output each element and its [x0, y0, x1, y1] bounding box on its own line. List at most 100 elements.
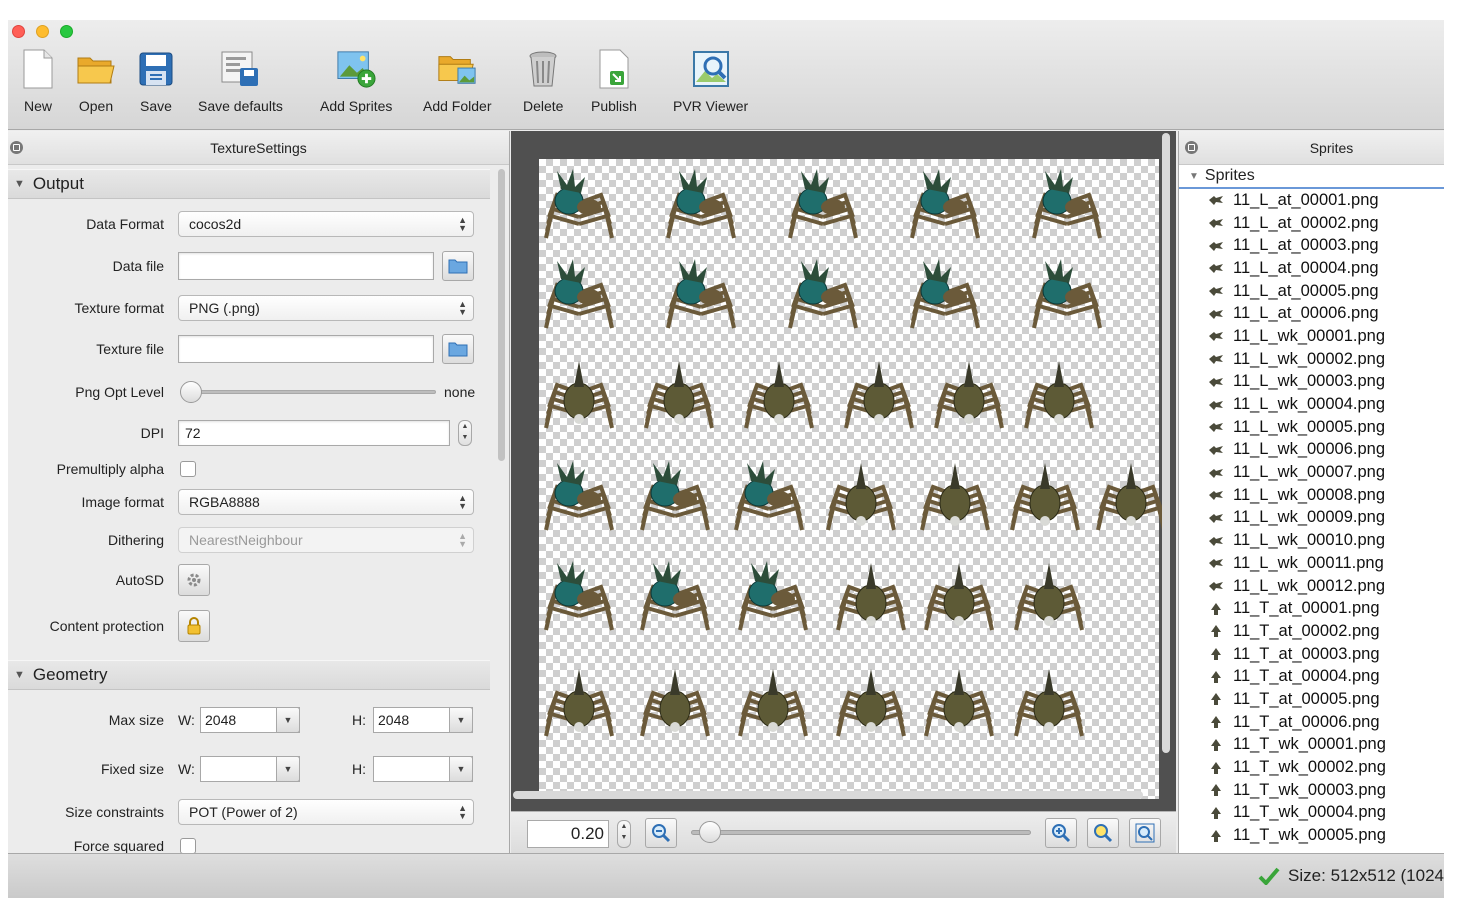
sprites-tree-root[interactable]: ▼ Sprites: [1179, 165, 1444, 189]
sprite-image[interactable]: [661, 253, 741, 333]
sprite-image[interactable]: [539, 253, 619, 333]
output-section-header[interactable]: ▼ Output: [8, 169, 490, 199]
sprite-image[interactable]: [831, 555, 911, 635]
settings-scrollbar[interactable]: [498, 169, 505, 461]
sprite-image[interactable]: [1091, 455, 1171, 535]
sprite-list-item[interactable]: 11_T_wk_00002.png: [1209, 756, 1444, 779]
sprite-list-item[interactable]: 11_L_at_00004.png: [1209, 257, 1444, 280]
add-folder-button[interactable]: Add Folder: [423, 48, 491, 118]
zoom-in-button[interactable]: [1045, 818, 1077, 848]
window-minimize-button[interactable]: [36, 25, 49, 38]
sprite-image[interactable]: [739, 353, 819, 433]
sprite-image[interactable]: [919, 661, 999, 741]
sprite-image[interactable]: [539, 163, 619, 243]
fixed-size-h-combo[interactable]: ▼: [373, 756, 473, 782]
sprite-list-item[interactable]: 11_T_wk_00001.png: [1209, 734, 1444, 757]
max-size-h-combo[interactable]: 2048 ▼: [373, 707, 473, 733]
texture-file-browse-button[interactable]: [442, 334, 474, 364]
sprite-list-item[interactable]: 11_L_wk_00006.png: [1209, 439, 1444, 462]
sprite-image[interactable]: [1027, 253, 1107, 333]
sprite-list-item[interactable]: 11_T_at_00006.png: [1209, 711, 1444, 734]
window-zoom-button[interactable]: [60, 25, 73, 38]
sprite-image[interactable]: [729, 455, 809, 535]
add-sprites-button[interactable]: Add Sprites: [320, 48, 392, 118]
sprite-image[interactable]: [1027, 163, 1107, 243]
data-format-select[interactable]: cocos2d ▲ ▼: [178, 211, 474, 237]
publish-button[interactable]: Publish: [591, 48, 637, 118]
sprite-image[interactable]: [635, 555, 715, 635]
zoom-actual-size-button[interactable]: [1087, 818, 1119, 848]
fixed-size-w-combo[interactable]: ▼: [200, 756, 300, 782]
geometry-section-header[interactable]: ▼ Geometry: [8, 660, 490, 690]
sprite-list-item[interactable]: 11_T_at_00002.png: [1209, 620, 1444, 643]
sprite-image[interactable]: [539, 661, 619, 741]
sprite-list-item[interactable]: 11_L_wk_00010.png: [1209, 529, 1444, 552]
sprite-list-item[interactable]: 11_L_at_00003.png: [1209, 234, 1444, 257]
sprite-image[interactable]: [539, 555, 619, 635]
new-button[interactable]: New: [18, 48, 58, 118]
sprite-list-item[interactable]: 11_L_wk_00004.png: [1209, 393, 1444, 416]
autosd-settings-button[interactable]: [178, 564, 210, 596]
save-defaults-button[interactable]: Save defaults: [198, 48, 283, 118]
sprite-image[interactable]: [831, 661, 911, 741]
sprite-list-item[interactable]: 11_T_at_00004.png: [1209, 665, 1444, 688]
sprite-image[interactable]: [733, 555, 813, 635]
force-squared-checkbox[interactable]: [180, 838, 196, 853]
chevron-down-icon[interactable]: ▼: [276, 707, 300, 733]
sprite-image[interactable]: [929, 353, 1009, 433]
chevron-down-icon[interactable]: ▼: [449, 756, 473, 782]
open-button[interactable]: Open: [76, 48, 116, 118]
sprite-image[interactable]: [915, 455, 995, 535]
sprite-list-item[interactable]: 11_L_at_00005.png: [1209, 280, 1444, 303]
data-file-input[interactable]: [178, 252, 434, 280]
canvas-horizontal-scrollbar[interactable]: [513, 791, 1143, 799]
dpi-input[interactable]: 72: [178, 420, 450, 446]
sprite-image[interactable]: [1009, 661, 1089, 741]
sprite-list-item[interactable]: 11_L_at_00001.png: [1209, 189, 1444, 212]
png-opt-level-slider-knob[interactable]: [180, 381, 202, 403]
window-close-button[interactable]: [12, 25, 25, 38]
texture-format-select[interactable]: PNG (.png) ▲ ▼: [178, 295, 474, 321]
sprite-image[interactable]: [733, 661, 813, 741]
dock-float-button[interactable]: [10, 141, 23, 154]
sprite-list-item[interactable]: 11_L_wk_00005.png: [1209, 416, 1444, 439]
sprite-list-item[interactable]: 11_L_wk_00011.png: [1209, 552, 1444, 575]
sprite-image[interactable]: [539, 353, 619, 433]
size-constraints-select[interactable]: POT (Power of 2) ▲ ▼: [178, 799, 474, 825]
sprite-list-item[interactable]: 11_T_wk_00003.png: [1209, 779, 1444, 802]
sprite-list-item[interactable]: 11_T_wk_00005.png: [1209, 824, 1444, 847]
sprite-list-item[interactable]: 11_L_at_00006.png: [1209, 302, 1444, 325]
sprite-list-item[interactable]: 11_T_at_00001.png: [1209, 597, 1444, 620]
sprite-image[interactable]: [635, 455, 715, 535]
content-protection-button[interactable]: [178, 610, 210, 642]
sprite-image[interactable]: [919, 555, 999, 635]
zoom-input[interactable]: 0.20: [527, 820, 609, 848]
max-size-w-combo[interactable]: 2048 ▼: [200, 707, 300, 733]
save-button[interactable]: Save: [136, 48, 176, 118]
sprite-list-item[interactable]: 11_L_wk_00002.png: [1209, 348, 1444, 371]
sprite-image[interactable]: [783, 253, 863, 333]
sprite-list-item[interactable]: 11_L_wk_00009.png: [1209, 507, 1444, 530]
sprite-list-item[interactable]: 11_L_at_00002.png: [1209, 212, 1444, 235]
sprite-image[interactable]: [639, 353, 719, 433]
zoom-slider-track[interactable]: [691, 830, 1031, 835]
delete-button[interactable]: Delete: [523, 48, 563, 118]
sprite-image[interactable]: [1019, 353, 1099, 433]
sprite-image[interactable]: [635, 661, 715, 741]
png-opt-level-track[interactable]: [182, 390, 436, 394]
sprite-list-item[interactable]: 11_L_wk_00003.png: [1209, 371, 1444, 394]
sprite-image[interactable]: [539, 455, 619, 535]
sprite-list-item[interactable]: 11_L_wk_00012.png: [1209, 575, 1444, 598]
data-file-browse-button[interactable]: [442, 251, 474, 281]
sprite-sheet-canvas[interactable]: [511, 131, 1176, 811]
zoom-stepper[interactable]: ▲ ▼: [617, 820, 631, 848]
sprite-image[interactable]: [1005, 455, 1085, 535]
chevron-down-icon[interactable]: ▼: [276, 756, 300, 782]
texture-file-input[interactable]: [178, 335, 434, 363]
sprite-image[interactable]: [839, 353, 919, 433]
canvas-vertical-scrollbar[interactable]: [1162, 133, 1170, 753]
sprite-list-item[interactable]: 11_L_wk_00007.png: [1209, 461, 1444, 484]
pvr-viewer-button[interactable]: PVR Viewer: [673, 48, 748, 118]
image-format-select[interactable]: RGBA8888 ▲ ▼: [178, 489, 474, 515]
dock-float-button[interactable]: [1185, 141, 1198, 154]
